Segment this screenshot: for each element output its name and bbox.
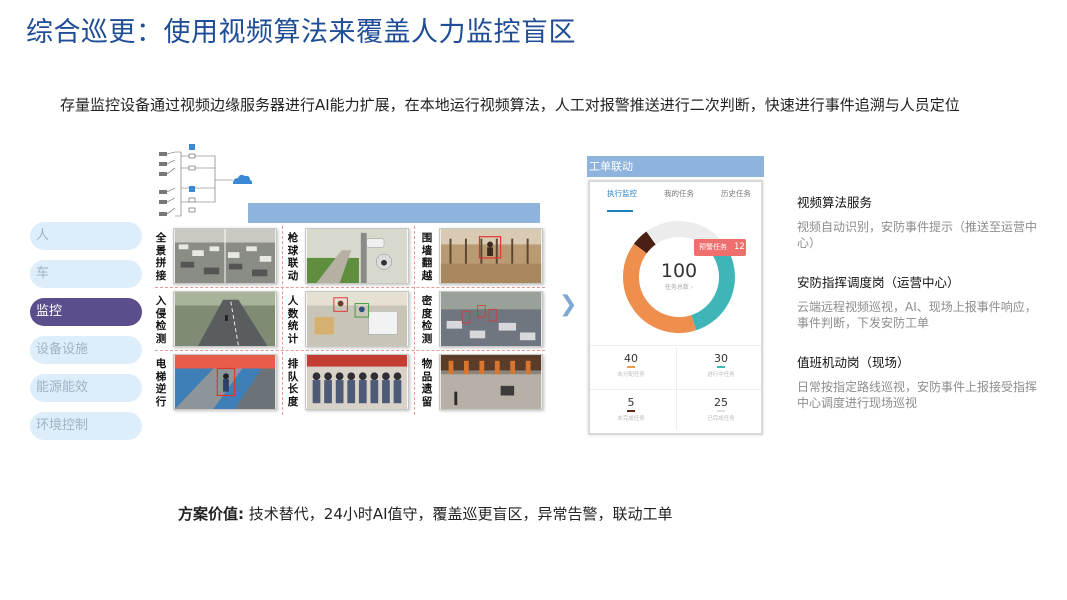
feature-title: 值班机动岗（现场） bbox=[797, 355, 910, 370]
work-order-header: 工单联动 bbox=[587, 156, 764, 177]
scenario-abandoned-object[interactable]: 物品遗留 bbox=[419, 352, 545, 412]
scenario-label: 全景拼接 bbox=[155, 232, 167, 282]
scenario-queue-length[interactable]: 排队长度 bbox=[287, 352, 412, 412]
scenario-row: 入侵检测 人数统计 密度检测 bbox=[155, 289, 545, 349]
scenario-label: 物品遗留 bbox=[421, 358, 433, 408]
stat-value: 25 bbox=[714, 396, 728, 409]
abandoned-object-image bbox=[439, 354, 543, 410]
slide-title: 综合巡更：使用视频算法来覆盖人力监控盲区 bbox=[26, 17, 576, 48]
scenario-intrusion[interactable]: 入侵检测 bbox=[155, 289, 280, 349]
stat-value: 5 bbox=[627, 396, 635, 409]
chevron-right-icon: ❯ bbox=[559, 292, 578, 317]
scenario-escalator-reverse[interactable]: 电梯逆行 bbox=[155, 352, 280, 412]
work-order-phone: 执行监控 我的任务 历史任务 100 任务总数 › 预警任务 12 40 未分配任… bbox=[588, 180, 763, 435]
section-header-bar bbox=[248, 203, 540, 223]
scenario-label: 围墙翻越 bbox=[421, 232, 433, 282]
menu-item-person[interactable]: 人 bbox=[30, 222, 142, 250]
menu-item-environment[interactable]: 环境控制 bbox=[30, 412, 142, 440]
tab-my-tasks[interactable]: 我的任务 bbox=[664, 188, 694, 199]
scenario-row: 电梯逆行 排队长度 物品遗留 bbox=[155, 352, 545, 412]
menu-item-equipment[interactable]: 设备设施 bbox=[30, 336, 142, 364]
stat-divider bbox=[590, 345, 761, 346]
category-menu: 人 车 监控 设备设施 能源能效 环境控制 bbox=[30, 222, 142, 450]
scenario-label: 排队长度 bbox=[287, 358, 299, 408]
slide-subtitle: 存量监控设备通过视频边缘服务器进行AI能力扩展，在本地运行视频算法，人工对报警推… bbox=[60, 96, 960, 114]
stat-in-progress[interactable]: 30 进行中任务 bbox=[691, 352, 751, 378]
menu-item-vehicle[interactable]: 车 bbox=[30, 260, 142, 288]
wall-climbing-image bbox=[439, 228, 543, 284]
active-tab-indicator bbox=[607, 210, 633, 212]
tab-execution-monitor[interactable]: 执行监控 bbox=[607, 188, 637, 199]
scenario-label: 电梯逆行 bbox=[155, 358, 167, 408]
warning-task-badge[interactable]: 预警任务 12 bbox=[694, 239, 746, 256]
phone-tabs: 执行监控 我的任务 历史任务 bbox=[590, 188, 761, 212]
scenario-wall-climbing[interactable]: 围墙翻越 bbox=[419, 226, 545, 286]
stat-completed[interactable]: 25 已完成任务 bbox=[691, 396, 751, 422]
scenario-label: 密度检测 bbox=[421, 295, 433, 345]
scenario-label: 枪球联动 bbox=[287, 232, 299, 282]
people-count-image bbox=[305, 291, 409, 347]
stat-label: 进行中任务 bbox=[707, 372, 735, 378]
grid-divider bbox=[155, 287, 545, 288]
solution-value-label: 方案价值: bbox=[178, 505, 244, 523]
solution-value: 方案价值: 技术替代，24小时AI值守，覆盖巡更盲区，异常告警，联动工单 bbox=[178, 503, 673, 524]
queue-image bbox=[305, 354, 409, 410]
intrusion-image bbox=[173, 291, 277, 347]
total-tasks-value: 100 bbox=[660, 260, 698, 282]
total-tasks-label[interactable]: 任务总数 › bbox=[618, 282, 740, 291]
stat-label: 未完成任务 bbox=[617, 416, 645, 422]
stat-marker bbox=[717, 410, 725, 412]
network-topology-diagram bbox=[159, 144, 253, 217]
stat-label: 已完成任务 bbox=[707, 416, 735, 422]
stat-unassigned[interactable]: 40 未分配任务 bbox=[601, 352, 661, 378]
scenario-gun-ball-linkage[interactable]: 枪球联动 bbox=[287, 226, 412, 286]
stat-marker bbox=[627, 410, 635, 412]
scenario-grid: 全景拼接 枪球联动 围墙翻越 入侵检测 人数统计 密度检测 电梯逆行 排队长度 … bbox=[155, 226, 545, 415]
tab-history-tasks[interactable]: 历史任务 bbox=[721, 188, 751, 199]
panorama-image bbox=[173, 228, 277, 284]
scenario-row: 全景拼接 枪球联动 围墙翻越 bbox=[155, 226, 545, 286]
stat-value: 40 bbox=[624, 352, 638, 365]
stat-marker bbox=[717, 366, 725, 368]
feature-desc: 云端远程视频巡视，AI、现场上报事件响应，事件判断，下发安防工单 bbox=[797, 300, 1037, 330]
stat-incomplete[interactable]: 5 未完成任务 bbox=[601, 396, 661, 422]
menu-item-energy[interactable]: 能源能效 bbox=[30, 374, 142, 402]
feature-desc: 视频自动识别，安防事件提示（推送至运营中心） bbox=[797, 220, 1038, 250]
menu-item-monitoring[interactable]: 监控 bbox=[30, 298, 142, 326]
scenario-label: 入侵检测 bbox=[155, 295, 167, 345]
feature-list: 视频算法服务 视频自动识别，安防事件提示（推送至运营中心） 安防指挥调度岗（运营… bbox=[797, 192, 1042, 432]
grid-divider bbox=[155, 350, 545, 351]
feature-title: 安防指挥调度岗（运营中心） bbox=[797, 275, 960, 290]
stat-label: 未分配任务 bbox=[617, 372, 645, 378]
scenario-density[interactable]: 密度检测 bbox=[419, 289, 545, 349]
feature-desc: 日常按指定路线巡视，安防事件上报接受指挥中心调度进行现场巡视 bbox=[797, 380, 1038, 410]
scenario-panorama[interactable]: 全景拼接 bbox=[155, 226, 280, 286]
badge-count: 12 bbox=[734, 242, 745, 252]
density-image bbox=[439, 291, 543, 347]
escalator-image bbox=[173, 354, 277, 410]
camera-image bbox=[305, 228, 409, 284]
solution-value-text: 技术替代，24小时AI值守，覆盖巡更盲区，异常告警，联动工单 bbox=[248, 505, 673, 523]
stat-marker bbox=[627, 366, 635, 368]
feature-title: 视频算法服务 bbox=[797, 195, 873, 210]
stat-value: 30 bbox=[714, 352, 728, 365]
stat-divider bbox=[676, 348, 677, 430]
scenario-people-count[interactable]: 人数统计 bbox=[287, 289, 412, 349]
badge-label: 预警任务 bbox=[699, 243, 727, 251]
scenario-label: 人数统计 bbox=[287, 295, 299, 345]
